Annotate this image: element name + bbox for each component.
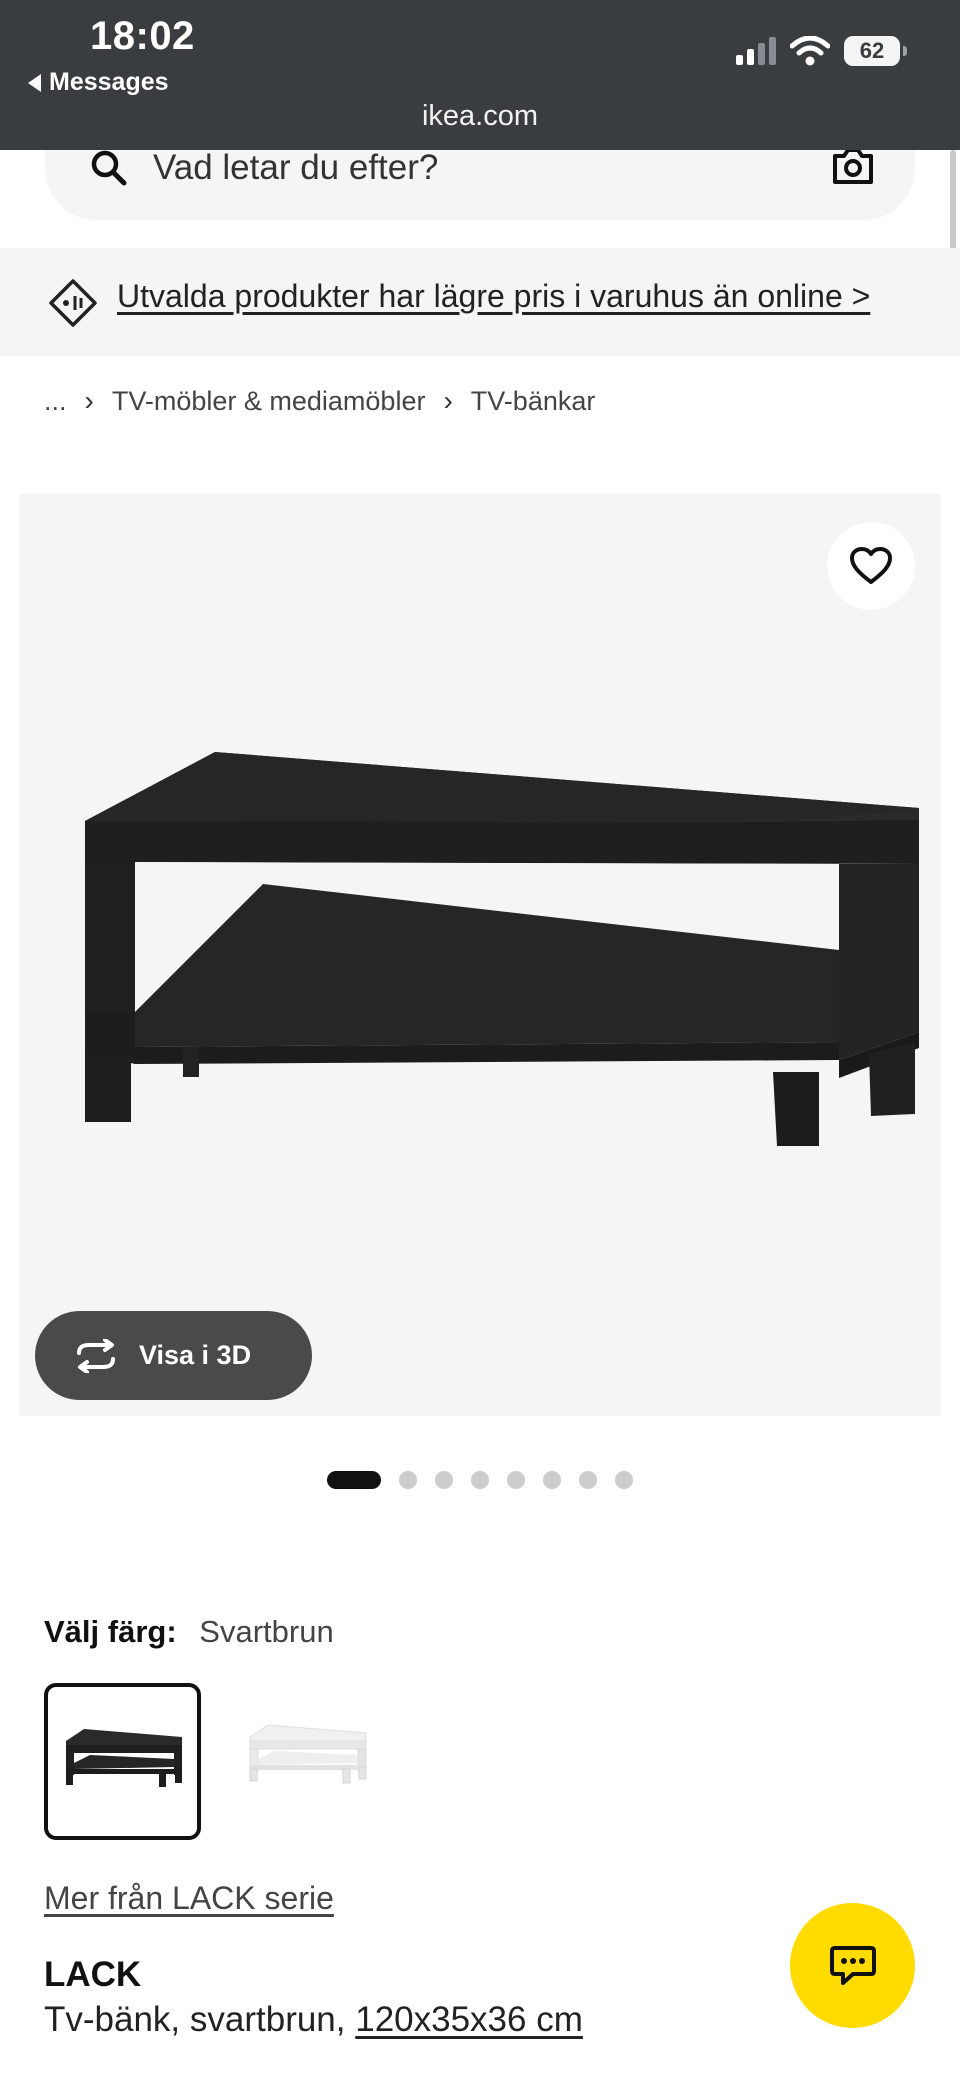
cellular-signal-icon xyxy=(736,37,776,65)
breadcrumb-tv-mobler[interactable]: TV-möbler & mediamöbler xyxy=(112,386,426,417)
promo-link[interactable]: Utvalda produkter har lägre pris i varuh… xyxy=(117,278,870,315)
color-label: Välj färg: xyxy=(44,1614,177,1649)
breadcrumb-tv-bankar[interactable]: TV-bänkar xyxy=(471,386,596,417)
product-description-text: Tv-bänk, svartbrun, xyxy=(44,2000,346,2039)
back-to-messages[interactable]: Messages xyxy=(28,68,169,97)
promo-banner: Utvalda produkter har lägre pris i varuh… xyxy=(0,248,960,356)
breadcrumb: ... › TV-möbler & mediamöbler › TV-bänka… xyxy=(44,385,595,417)
search-icon xyxy=(91,150,127,186)
breadcrumb-ellipsis[interactable]: ... xyxy=(44,386,67,417)
color-swatch-black-brown[interactable] xyxy=(44,1683,201,1840)
color-swatch-white[interactable] xyxy=(232,1683,389,1840)
product-name: LACK xyxy=(44,1955,142,1994)
color-selected-value: Svartbrun xyxy=(199,1614,334,1649)
ikea-product-page: 18:02 Messages 62 ikea.com Vad letar du … xyxy=(0,0,960,2077)
browser-status-bar: 18:02 Messages 62 ikea.com xyxy=(0,0,960,150)
gallery-dot-5[interactable] xyxy=(507,1471,525,1489)
gallery-dot-8[interactable] xyxy=(615,1471,633,1489)
chat-button[interactable] xyxy=(790,1903,915,2028)
gallery-dot-3[interactable] xyxy=(435,1471,453,1489)
color-selection-heading: Välj färg: Svartbrun xyxy=(44,1614,334,1650)
chevron-right-icon: › xyxy=(84,385,94,416)
product-description: Tv-bänk, svartbrun, 120x35x36 cm xyxy=(44,2000,583,2040)
view-in-3d-label: Visa i 3D xyxy=(139,1340,252,1370)
white-variant-image xyxy=(249,1724,367,1784)
gallery-dot-1[interactable] xyxy=(327,1471,381,1489)
status-icons: 62 xyxy=(736,36,907,66)
gallery-pagination xyxy=(327,1471,633,1489)
chevron-right-icon: › xyxy=(443,385,453,416)
gallery-dot-2[interactable] xyxy=(399,1471,417,1489)
product-image-gallery[interactable]: Visa i 3D xyxy=(19,494,941,1416)
rotate-3d-icon xyxy=(77,1338,115,1373)
view-in-3d-button[interactable]: Visa i 3D xyxy=(35,1311,312,1400)
gallery-dot-6[interactable] xyxy=(543,1471,561,1489)
address-bar[interactable]: ikea.com xyxy=(0,100,960,133)
wifi-icon xyxy=(790,36,830,66)
black-brown-variant-image xyxy=(66,1729,182,1787)
back-label: Messages xyxy=(49,68,169,96)
status-time: 18:02 xyxy=(90,14,195,58)
lack-series-link[interactable]: Mer från LACK serie xyxy=(44,1880,334,1917)
heart-icon xyxy=(850,547,892,584)
product-dimensions-link[interactable]: 120x35x36 cm xyxy=(355,2000,583,2039)
back-arrow-icon xyxy=(28,73,41,92)
battery-indicator: 62 xyxy=(844,36,907,66)
search-input[interactable]: Vad letar du efter? xyxy=(153,148,438,188)
favorite-button[interactable] xyxy=(827,522,915,610)
gallery-dot-7[interactable] xyxy=(579,1471,597,1489)
gallery-dot-4[interactable] xyxy=(471,1471,489,1489)
price-tag-icon xyxy=(49,279,97,327)
camera-icon[interactable] xyxy=(831,146,875,186)
product-image xyxy=(85,752,919,1146)
chat-icon xyxy=(829,1945,876,1985)
